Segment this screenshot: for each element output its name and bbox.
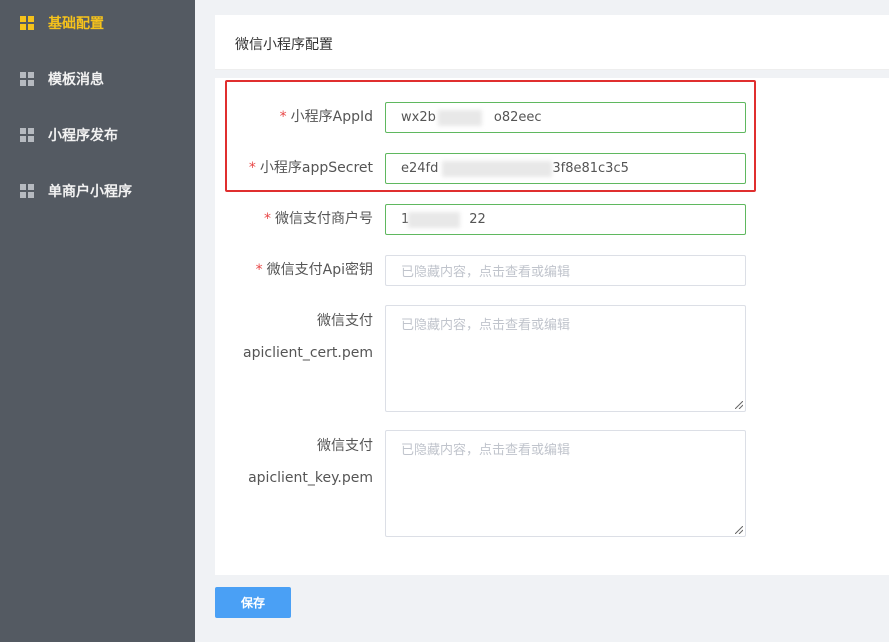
mch-id-label-text: 微信支付商户号 [275, 211, 373, 227]
grid-icon [20, 128, 34, 142]
save-button[interactable]: 保存 [215, 587, 291, 618]
api-key-input[interactable]: 已隐藏内容，点击查看或编辑 [385, 255, 746, 286]
cert-placeholder: 已隐藏内容，点击查看或编辑 [401, 318, 571, 333]
mch-id-value-end: 22 [469, 212, 486, 227]
cert-textarea[interactable]: 已隐藏内容，点击查看或编辑 [385, 305, 746, 412]
sidebar-item-miniprogram-publish[interactable]: 小程序发布 [0, 115, 195, 155]
key-textarea[interactable]: 已隐藏内容，点击查看或编辑 [385, 430, 746, 537]
grid-icon [20, 72, 34, 86]
sidebar-item-label: 单商户小程序 [48, 184, 132, 200]
sidebar: 基础配置 模板消息 小程序发布 单商户小程序 [0, 0, 195, 642]
resize-handle-icon[interactable] [735, 401, 743, 409]
highlight-annotation-box [225, 80, 756, 192]
required-mark: * [264, 211, 271, 227]
sidebar-item-label: 基础配置 [48, 16, 104, 32]
grid-icon [20, 184, 34, 198]
api-key-label: * 微信支付Api密钥 [193, 255, 373, 286]
redaction-blur [408, 212, 460, 228]
mch-id-input[interactable]: 1 22 [385, 204, 746, 235]
card-header: 微信小程序配置 [215, 15, 889, 70]
api-key-label-text: 微信支付Api密钥 [266, 262, 373, 278]
required-mark: * [255, 262, 263, 278]
key-label-line2: apiclient_key.pem [248, 470, 373, 486]
key-placeholder: 已隐藏内容，点击查看或编辑 [401, 443, 571, 458]
key-label-line1: 微信支付 [317, 438, 373, 454]
sidebar-item-label: 模板消息 [48, 72, 104, 88]
cert-label-line2: apiclient_cert.pem [243, 345, 373, 361]
mch-id-label: * 微信支付商户号 [193, 204, 373, 235]
resize-handle-icon[interactable] [735, 526, 743, 534]
grid-icon [20, 16, 34, 30]
page-title: 微信小程序配置 [235, 37, 333, 53]
sidebar-item-basic-config[interactable]: 基础配置 [0, 3, 195, 43]
sidebar-item-single-merchant[interactable]: 单商户小程序 [0, 171, 195, 211]
sidebar-item-template-message[interactable]: 模板消息 [0, 59, 195, 99]
cert-label-line1: 微信支付 [317, 313, 373, 329]
sidebar-item-label: 小程序发布 [48, 128, 118, 144]
api-key-placeholder: 已隐藏内容，点击查看或编辑 [401, 265, 571, 280]
